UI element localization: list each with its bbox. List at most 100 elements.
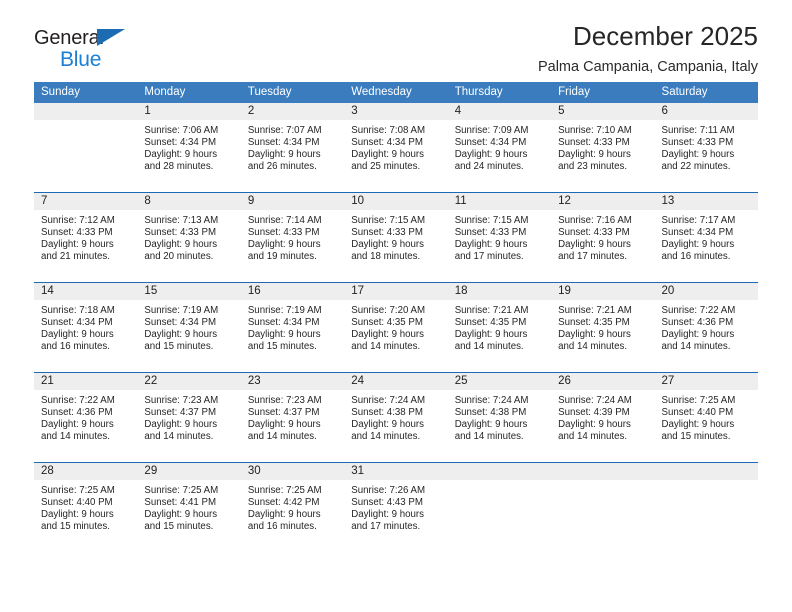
weekday-header-friday: Friday — [551, 82, 655, 103]
calendar-day-cell[interactable]: 19 Sunrise: 7:21 AM Sunset: 4:35 PM Dayligh… — [551, 282, 655, 373]
sunrise-time: Sunrise: 7:13 AM — [144, 215, 219, 226]
sunset-time: Sunset: 4:42 PM — [247, 496, 320, 508]
calendar-day-cell[interactable]: 28 Sunrise: 7:25 AM Sunset: 4:40 PM Dayligh… — [34, 462, 138, 552]
calendar-day-cell[interactable]: 12 Sunrise: 7:16 AM Sunset: 4:33 PM Dayligh… — [551, 192, 655, 283]
sunrise-time: Sunrise: 7:25 AM — [247, 485, 322, 496]
sunset-time: Sunset: 4:34 PM — [144, 136, 217, 148]
logo-text-blue: Blue — [60, 48, 102, 71]
calendar-day-cell[interactable]: 14 Sunrise: 7:18 AM Sunset: 4:34 PM Dayligh… — [34, 282, 138, 373]
day-number: 21 — [34, 373, 138, 390]
sunset-time: Sunset: 4:41 PM — [144, 496, 217, 508]
sunrise-time: Sunrise: 7:25 AM — [41, 485, 115, 496]
sunset-time: Sunset: 4:33 PM — [351, 226, 423, 238]
sunrise-time: Sunrise: 7:24 AM — [454, 395, 529, 406]
sunrise-time: Sunrise: 7:12 AM — [41, 215, 115, 226]
calendar-day-cell[interactable]: 7 Sunrise: 7:12 AM Sunset: 4:33 PM Daylight… — [34, 192, 138, 283]
sunrise-time: Sunrise: 7:26 AM — [351, 485, 426, 496]
day-number: 27 — [654, 373, 758, 390]
day-number: 19 — [551, 283, 655, 300]
sunset-time: Sunset: 4:35 PM — [454, 316, 527, 328]
day-details: Sunrise: 7:21 AM Sunset: 4:35 PM Daylight:… — [448, 300, 551, 353]
calendar-day-cell[interactable]: 30 Sunrise: 7:25 AM Sunset: 4:42 PM Dayligh… — [240, 462, 345, 552]
calendar-day-cell[interactable]: 2 Sunrise: 7:07 AM Sunset: 4:34 PM Daylight… — [240, 103, 345, 193]
calendar-day-cell[interactable]: 11 Sunrise: 7:15 AM Sunset: 4:33 PM Dayligh… — [447, 192, 552, 283]
sunrise-time: Sunrise: 7:21 AM — [454, 305, 529, 316]
day-details: Sunrise: 7:18 AM Sunset: 4:34 PM Daylight:… — [34, 300, 137, 353]
sunrise-time: Sunrise: 7:19 AM — [247, 305, 322, 316]
daylight-duration-line-2: and 14 minutes. — [558, 340, 628, 352]
calendar-day-cell[interactable]: 4 Sunrise: 7:09 AM Sunset: 4:34 PM Daylight… — [447, 103, 552, 193]
day-number: 20 — [654, 283, 758, 300]
sunset-time: Sunset: 4:39 PM — [558, 406, 630, 418]
sunrise-time: Sunrise: 7:25 AM — [661, 395, 736, 406]
daylight-duration-line-1: Daylight: 9 hours — [661, 328, 735, 340]
day-number: 8 — [137, 193, 241, 210]
day-number: 10 — [344, 193, 448, 210]
daylight-duration-line-2: and 18 minutes. — [351, 250, 421, 262]
daylight-duration-line-2: and 23 minutes. — [558, 160, 628, 172]
calendar-week-row: 1 Sunrise: 7:06 AM Sunset: 4:34 PM Daylight… — [34, 103, 758, 193]
calendar-day-cell[interactable]: 27 Sunrise: 7:25 AM Sunset: 4:40 PM Dayligh… — [654, 372, 758, 463]
day-number: 22 — [137, 373, 241, 390]
sunrise-sunset-calendar: Sunday Monday Tuesday Wednesday Thursday Frid… — [34, 82, 758, 552]
day-number: 5 — [551, 103, 655, 120]
calendar-day-cell[interactable]: 13 Sunrise: 7:17 AM Sunset: 4:34 PM Dayligh… — [654, 192, 758, 283]
calendar-day-cell[interactable]: 22 Sunrise: 7:23 AM Sunset: 4:37 PM Dayligh… — [137, 372, 241, 463]
sunrise-time: Sunrise: 7:11 AM — [661, 125, 735, 136]
calendar-day-cell[interactable]: 20 Sunrise: 7:22 AM Sunset: 4:36 PM Dayligh… — [654, 282, 758, 373]
title-block: December 2025 Palma Campania, Campania, … — [538, 21, 758, 75]
calendar-day-cell[interactable]: 23 Sunrise: 7:23 AM Sunset: 4:37 PM Dayligh… — [240, 372, 345, 463]
calendar-day-cell[interactable]: 5 Sunrise: 7:10 AM Sunset: 4:33 PM Daylight… — [551, 103, 655, 193]
daylight-duration-line-2: and 16 minutes. — [661, 250, 731, 262]
weekday-header-saturday: Saturday — [654, 82, 758, 103]
daylight-duration-line-1: Daylight: 9 hours — [144, 238, 218, 250]
sunset-time: Sunset: 4:34 PM — [247, 136, 320, 148]
sunrise-time: Sunrise: 7:10 AM — [558, 125, 632, 136]
calendar-week-row: 21 Sunrise: 7:22 AM Sunset: 4:36 PM Dayligh… — [34, 372, 758, 463]
sunrise-time: Sunrise: 7:15 AM — [351, 215, 426, 226]
day-number: 6 — [654, 103, 758, 120]
calendar-day-cell[interactable]: 15 Sunrise: 7:19 AM Sunset: 4:34 PM Dayligh… — [137, 282, 241, 373]
day-number: 26 — [551, 373, 655, 390]
calendar-day-cell[interactable]: 9 Sunrise: 7:14 AM Sunset: 4:33 PM Daylight… — [240, 192, 345, 283]
sunset-time: Sunset: 4:40 PM — [661, 406, 734, 418]
daylight-duration-line-2: and 14 minutes. — [41, 430, 110, 442]
calendar-day-cell[interactable]: 31 Sunrise: 7:26 AM Sunset: 4:43 PM Dayligh… — [344, 462, 448, 552]
calendar-day-cell[interactable]: 26 Sunrise: 7:24 AM Sunset: 4:39 PM Dayligh… — [551, 372, 655, 463]
calendar-day-cell[interactable]: 21 Sunrise: 7:22 AM Sunset: 4:36 PM Dayligh… — [34, 372, 138, 463]
day-details: Sunrise: 7:16 AM Sunset: 4:33 PM Daylight:… — [551, 210, 654, 263]
calendar-day-cell[interactable]: 10 Sunrise: 7:15 AM Sunset: 4:33 PM Dayligh… — [344, 192, 448, 283]
sunrise-time: Sunrise: 7:06 AM — [144, 125, 219, 136]
calendar-day-cell[interactable]: 25 Sunrise: 7:24 AM Sunset: 4:38 PM Dayligh… — [447, 372, 552, 463]
calendar-day-cell[interactable]: 17 Sunrise: 7:20 AM Sunset: 4:35 PM Dayligh… — [344, 282, 448, 373]
calendar-day-cell[interactable]: 8 Sunrise: 7:13 AM Sunset: 4:33 PM Daylight… — [137, 192, 241, 283]
calendar-day-cell[interactable]: 6 Sunrise: 7:11 AM Sunset: 4:33 PM Daylight… — [654, 103, 758, 193]
sunset-time: Sunset: 4:33 PM — [558, 136, 630, 148]
calendar-day-cell[interactable]: 3 Sunrise: 7:08 AM Sunset: 4:34 PM Daylight… — [344, 103, 448, 193]
daylight-duration-line-2: and 15 minutes. — [41, 520, 110, 532]
day-details: Sunrise: 7:17 AM Sunset: 4:34 PM Daylight:… — [655, 210, 758, 263]
day-details: Sunrise: 7:15 AM Sunset: 4:33 PM Daylight:… — [344, 210, 447, 263]
calendar-day-cell[interactable]: 1 Sunrise: 7:06 AM Sunset: 4:34 PM Daylight… — [137, 103, 241, 193]
daylight-duration-line-1: Daylight: 9 hours — [351, 238, 424, 250]
calendar-day-cell[interactable]: 29 Sunrise: 7:25 AM Sunset: 4:41 PM Dayligh… — [137, 462, 241, 552]
sunrise-time: Sunrise: 7:07 AM — [247, 125, 322, 136]
sunrise-time: Sunrise: 7:24 AM — [351, 395, 426, 406]
day-details: Sunrise: 7:19 AM Sunset: 4:34 PM Daylight:… — [241, 300, 344, 353]
calendar-day-cell[interactable]: 24 Sunrise: 7:24 AM Sunset: 4:38 PM Dayligh… — [344, 372, 448, 463]
daylight-duration-line-2: and 15 minutes. — [144, 520, 214, 532]
sunrise-time: Sunrise: 7:08 AM — [351, 125, 426, 136]
daylight-duration-line-2: and 15 minutes. — [144, 340, 214, 352]
day-details: Sunrise: 7:07 AM Sunset: 4:34 PM Daylight:… — [241, 120, 344, 173]
general-blue-logo[interactable]: General Blue — [34, 28, 154, 74]
calendar-day-cell[interactable]: 18 Sunrise: 7:21 AM Sunset: 4:35 PM Dayligh… — [447, 282, 552, 373]
calendar-header-row: Sunday Monday Tuesday Wednesday Thursday Frid… — [34, 82, 758, 103]
daylight-duration-line-2: and 19 minutes. — [247, 250, 317, 262]
day-number: 14 — [34, 283, 138, 300]
calendar-page: General Blue December 2025 Palma Campani… — [0, 0, 792, 612]
day-number: 23 — [240, 373, 345, 390]
daylight-duration-line-2: and 15 minutes. — [247, 340, 317, 352]
daylight-duration-line-1: Daylight: 9 hours — [247, 238, 321, 250]
calendar-day-cell[interactable]: 16 Sunrise: 7:19 AM Sunset: 4:34 PM Dayligh… — [240, 282, 345, 373]
calendar-day-cell-empty — [447, 462, 552, 552]
